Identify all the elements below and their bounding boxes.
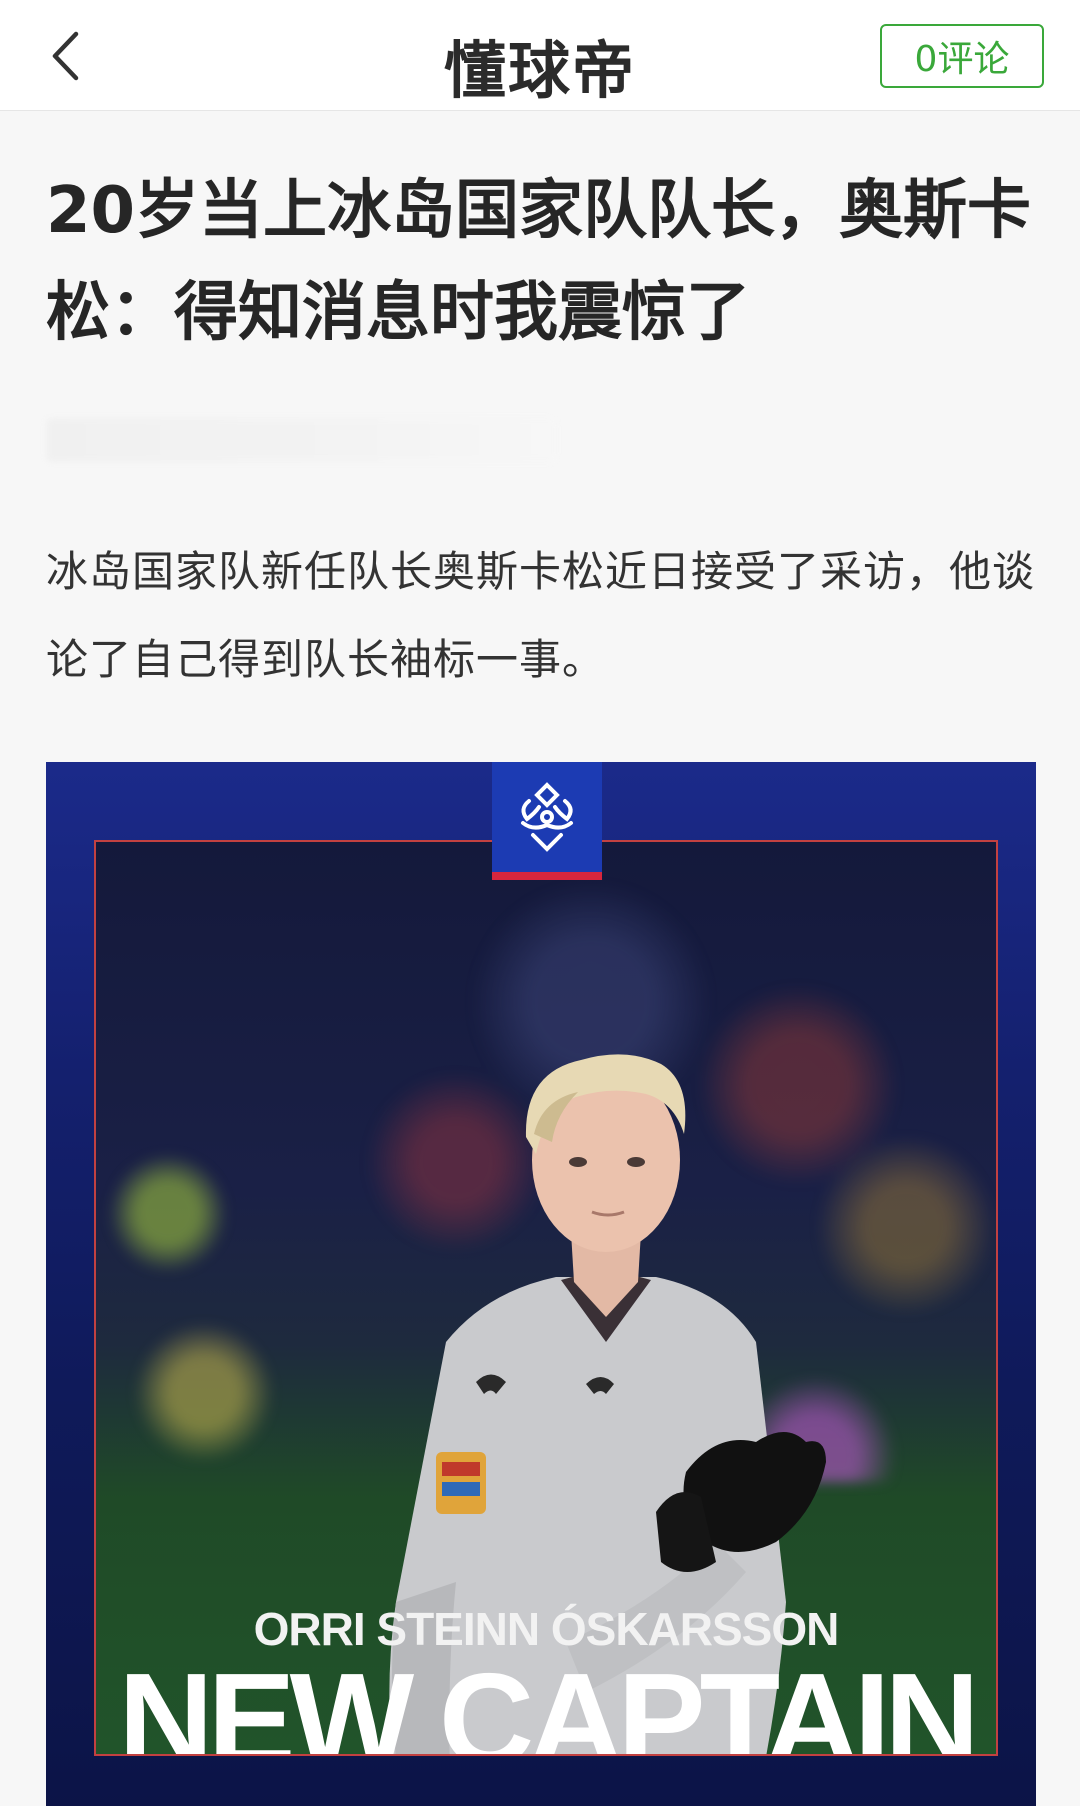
poster-headline: NEW CAPTAIN [118, 1646, 980, 1756]
article-image-poster[interactable]: ORRI STEINN ÓSKARSSON NEW CAPTAIN [46, 762, 1036, 1806]
top-navigation-bar: 懂球帝 0评论 [0, 0, 1080, 111]
article-lead-paragraph: 冰岛国家队新任队长奥斯卡松近日接受了采访，他谈论了自己得到队长袖标一事。 [46, 547, 1036, 684]
comments-button[interactable]: 0评论 [880, 24, 1044, 88]
article-meta-blurred [46, 418, 556, 462]
article-title: 20岁当上冰岛国家队队长，奥斯卡松：得知消息时我震惊了 [46, 174, 1032, 350]
iceland-federation-logo-icon [521, 782, 573, 852]
poster-photo-frame: ORRI STEINN ÓSKARSSON NEW CAPTAIN [94, 840, 998, 1756]
federation-logo-tab [492, 762, 602, 880]
